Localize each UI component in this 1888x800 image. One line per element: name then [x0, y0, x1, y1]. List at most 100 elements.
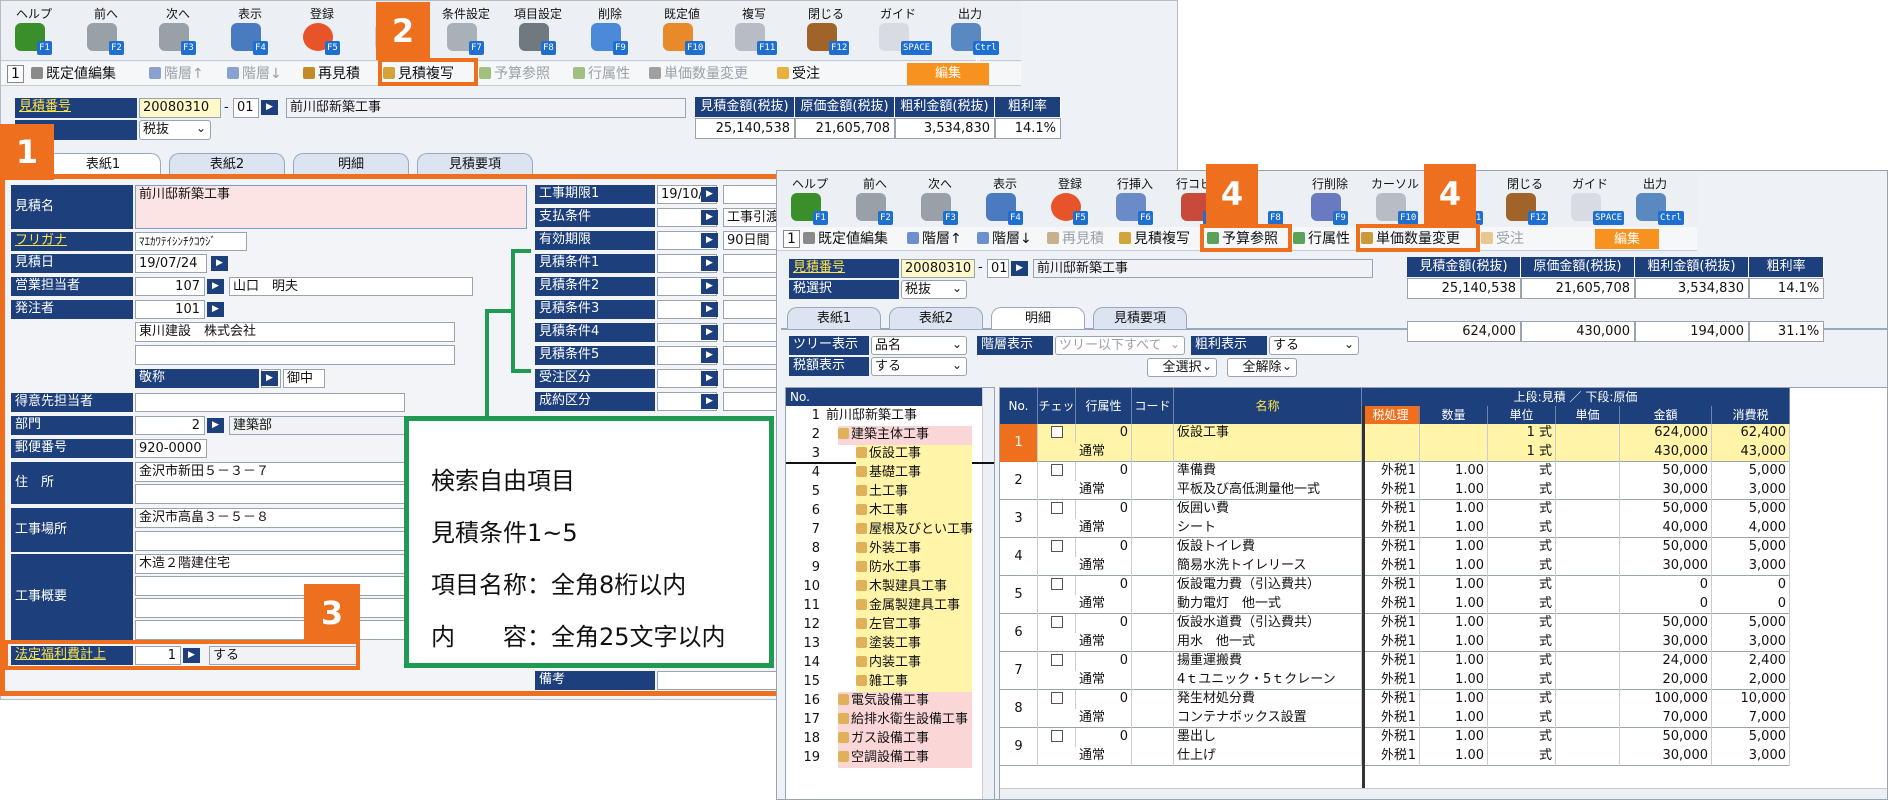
detail-grid[interactable]: 上段:見積 ／ 下段:原価 No.チェック行属性コード名称税処理数量単位単価金額消… — [999, 387, 1887, 799]
toolbar-bulb-button[interactable]: ガイド SPACE — [871, 1, 933, 61]
grid-cell[interactable]: 50,000 — [1620, 728, 1712, 747]
level-down-button[interactable]: 階層↓ — [977, 230, 1032, 248]
tree-row[interactable]: 12 左官工事 — [786, 616, 994, 635]
estimate-no-field[interactable]: 20080310 — [139, 98, 221, 118]
grid-cell[interactable] — [1556, 443, 1620, 462]
grid-cell[interactable] — [1556, 595, 1620, 614]
tree-row[interactable]: 10 木製建具工事 — [786, 578, 994, 597]
grid-cell[interactable]: 1 式 — [1488, 424, 1556, 443]
estimate-suffix-field[interactable]: 01 — [233, 98, 259, 118]
grid-cell[interactable]: 式 — [1488, 633, 1556, 652]
grid-cell[interactable] — [1556, 690, 1620, 709]
grid-cell[interactable] — [1132, 633, 1174, 652]
grid-cell[interactable] — [1132, 576, 1174, 595]
tree-row[interactable]: 11 金属製建具工事 — [786, 597, 994, 616]
grid-cell[interactable]: 2,400 — [1712, 652, 1790, 671]
row-checkbox-cell[interactable] — [1038, 614, 1076, 633]
estimate-no-label[interactable]: 見積番号 — [789, 259, 899, 278]
tree-row[interactable]: 17 給排水衛生設備工事 — [786, 711, 994, 730]
grid-cell[interactable]: 30,000 — [1620, 633, 1712, 652]
row-checkbox-cell[interactable] — [1038, 576, 1076, 595]
toolbar-magnifier-button[interactable]: 表示 F4 — [223, 1, 277, 61]
toolbar-gear-button[interactable]: 項目設定 F8 — [511, 1, 565, 61]
grid-cell[interactable]: 式 — [1488, 747, 1556, 766]
grid-cell[interactable]: 3,000 — [1712, 633, 1790, 652]
grid-cell[interactable] — [1556, 671, 1620, 690]
grid-cell[interactable]: 仮設水道費（引込費共） — [1174, 614, 1362, 633]
grid-cell[interactable]: 用水 他一式 — [1174, 633, 1362, 652]
grid-cell[interactable]: 式 — [1488, 595, 1556, 614]
grid-cell[interactable] — [1556, 519, 1620, 538]
grid-cell[interactable]: 0 — [1076, 690, 1132, 709]
edit-button[interactable]: 編集 — [1595, 229, 1659, 249]
grid-cell[interactable]: 430,000 — [1620, 443, 1712, 462]
grid-cell[interactable]: 50,000 — [1620, 614, 1712, 633]
grid-cell[interactable] — [1556, 709, 1620, 728]
tab-2[interactable]: 明細 — [991, 307, 1085, 329]
default-edit-button[interactable]: 既定値編集 — [803, 230, 888, 248]
level-up-button[interactable]: 階層↑ — [149, 65, 204, 83]
grid-cell[interactable]: 0 — [1076, 424, 1132, 443]
budget-ref-button[interactable]: 予算参照 — [479, 65, 550, 83]
grid-cell[interactable]: 1.00 — [1420, 652, 1488, 671]
grid-cell[interactable] — [1556, 747, 1620, 766]
row-checkbox-cell[interactable] — [1038, 424, 1076, 443]
grid-cell[interactable]: 1 式 — [1488, 443, 1556, 462]
toolbar-refresh-button[interactable]: 既定値 F10 — [655, 1, 709, 61]
toolbar-trash-button[interactable]: 削除 F9 — [583, 1, 637, 61]
grid-cell[interactable] — [1132, 538, 1174, 557]
grid-cell[interactable]: 0 — [1076, 500, 1132, 519]
tree-row[interactable]: 13 塗装工事 — [786, 635, 994, 654]
grid-cell[interactable]: 3,000 — [1712, 557, 1790, 576]
grid-cell[interactable]: 仮設電力費（引込費共） — [1174, 576, 1362, 595]
grid-cell[interactable] — [1132, 424, 1174, 443]
toolbar-output-button[interactable]: 出力 Ctrl P — [1628, 171, 1684, 237]
grid-cell[interactable]: 式 — [1488, 576, 1556, 595]
grid-cell[interactable] — [1132, 462, 1174, 481]
grid-cell[interactable]: 通常 — [1076, 595, 1132, 614]
select-all-button[interactable]: 全選択 — [1147, 357, 1217, 377]
grid-cell[interactable]: 0 — [1076, 728, 1132, 747]
toolbar-arrow-left-button[interactable]: 前へ F2 — [79, 1, 133, 61]
row-checkbox[interactable] — [1050, 540, 1063, 552]
grid-cell[interactable] — [1362, 443, 1420, 462]
grid-cell[interactable] — [1556, 576, 1620, 595]
grid-cell[interactable]: 式 — [1488, 614, 1556, 633]
grid-cell[interactable]: 70,000 — [1620, 709, 1712, 728]
tree-row[interactable]: 3 仮設工事 — [786, 445, 994, 464]
tree-row[interactable]: 7 屋根及びとい工事 — [786, 521, 994, 540]
grid-cell[interactable]: 墨出し — [1174, 728, 1362, 747]
grid-cell[interactable] — [1132, 671, 1174, 690]
grid-cell[interactable] — [1132, 595, 1174, 614]
tab-3[interactable]: 見積要項 — [1093, 307, 1187, 329]
tree-row[interactable]: 9 防水工事 — [786, 559, 994, 578]
grid-cell[interactable]: 50,000 — [1620, 538, 1712, 557]
grid-cell[interactable] — [1174, 443, 1362, 462]
tree-row[interactable]: 16 電気設備工事 — [786, 692, 994, 711]
grid-cell[interactable]: 1.00 — [1420, 576, 1488, 595]
tree-row[interactable]: 18 ガス設備工事 — [786, 730, 994, 749]
toolbar-copy-button[interactable]: 複写 F11 — [727, 1, 781, 61]
grid-cell[interactable]: 43,000 — [1712, 443, 1790, 462]
order-button[interactable]: 受注 — [1481, 230, 1524, 248]
row-attr-button[interactable]: 行属性 — [573, 65, 630, 83]
grid-cell[interactable]: 通常 — [1076, 443, 1132, 462]
copy-estimate-button[interactable]: 見積複写 — [1119, 230, 1190, 248]
grid-cell[interactable] — [1556, 728, 1620, 747]
row-attr-button[interactable]: 行属性 — [1293, 230, 1350, 248]
unit-qty-change-button[interactable]: 単価数量変更 — [649, 65, 748, 83]
grid-cell[interactable]: 2,000 — [1712, 671, 1790, 690]
grid-cell[interactable]: 0 — [1076, 576, 1132, 595]
grid-cell[interactable]: 0 — [1076, 538, 1132, 557]
toolbar-door-button[interactable]: 閉じる F12 — [799, 1, 853, 61]
row-checkbox-cell[interactable] — [1038, 690, 1076, 709]
grid-cell[interactable]: 通常 — [1076, 557, 1132, 576]
grid-cell[interactable]: 平板及び高低測量他一式 — [1174, 481, 1362, 500]
row-checkbox-cell[interactable] — [1038, 538, 1076, 557]
row-checkbox[interactable] — [1050, 616, 1063, 628]
grid-cell[interactable]: 0 — [1076, 462, 1132, 481]
tree-row[interactable]: 15 雑工事 — [786, 673, 994, 692]
grid-cell[interactable]: 1.00 — [1420, 690, 1488, 709]
grid-cell[interactable] — [1132, 652, 1174, 671]
grid-cell[interactable]: 発生材処分費 — [1174, 690, 1362, 709]
